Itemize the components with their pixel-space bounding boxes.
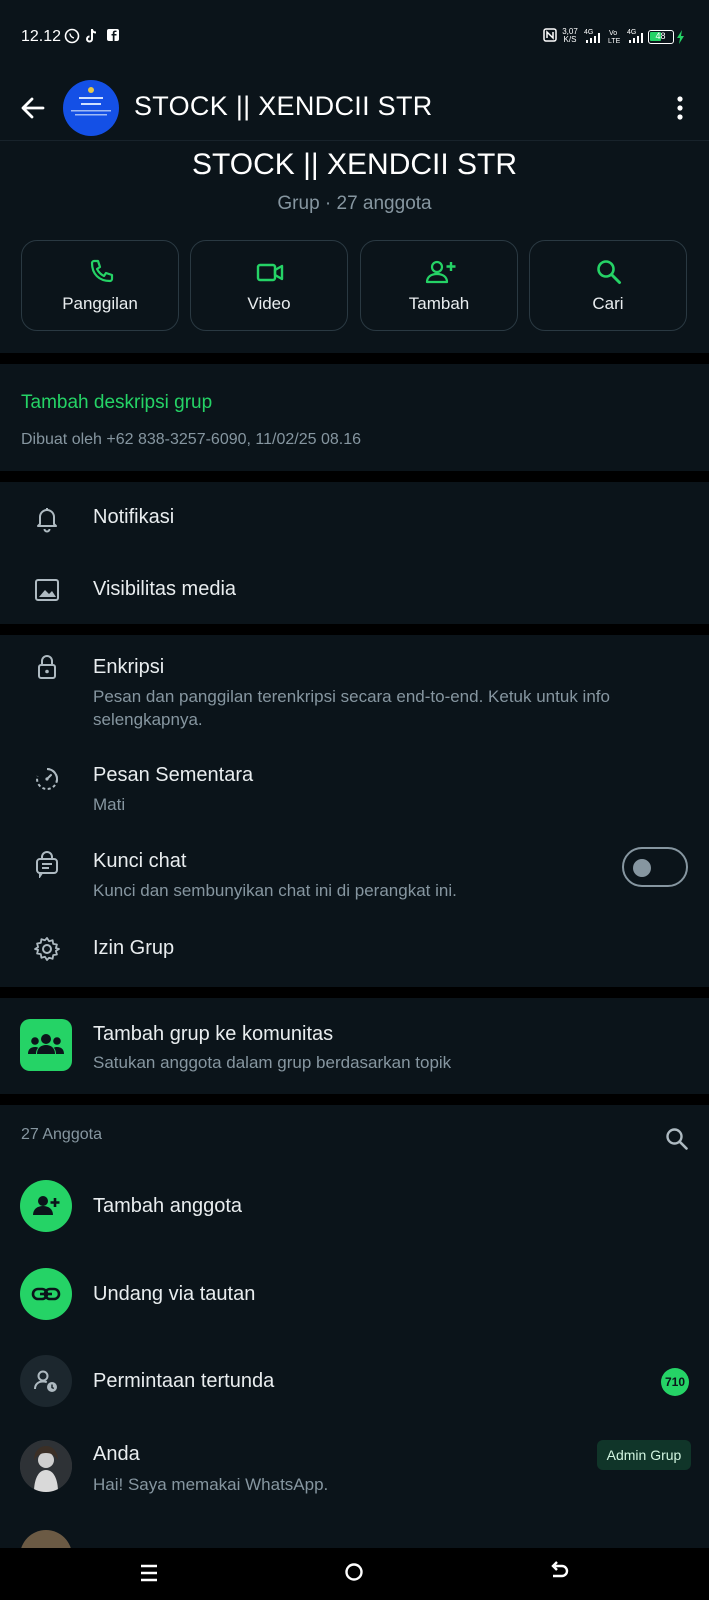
member-row[interactable] [0, 1506, 709, 1548]
section-divider [0, 624, 709, 635]
member-avatar [20, 1440, 72, 1492]
disappearing-title: Pesan Sementara [93, 764, 254, 786]
created-by-text: Dibuat oleh +62 838-3257-6090, 11/02/25 … [21, 431, 361, 448]
svg-text:4G: 4G [627, 29, 636, 36]
search-label: Cari [592, 294, 624, 313]
group-subtitle: Grup · 27 anggota [277, 193, 432, 214]
section-divider [0, 987, 709, 998]
image-icon [33, 576, 61, 604]
home-icon[interactable] [343, 1561, 365, 1588]
chat-lock-subtitle: Kunci dan sembunyikan chat ini di perang… [93, 881, 457, 900]
phone-icon [90, 259, 114, 283]
charging-icon [676, 29, 686, 50]
chat-lock-title: Kunci chat [93, 850, 187, 872]
link-icon [20, 1268, 72, 1320]
group-avatar[interactable] [63, 80, 119, 136]
signal-4g-icon: 4G [584, 28, 604, 49]
add-description-link[interactable]: Tambah deskripsi grup [21, 392, 212, 414]
video-button[interactable]: Video [190, 240, 348, 331]
section-divider [0, 353, 709, 364]
group-permissions-label: Izin Grup [93, 937, 175, 959]
pending-count-badge: 710 [661, 1368, 689, 1396]
appbar-title[interactable]: STOCK || XENDCII STR [134, 91, 433, 122]
video-icon [256, 263, 284, 282]
video-label: Video [247, 294, 291, 313]
pending-requests-row[interactable]: Permintaan tertunda [0, 1344, 709, 1422]
status-time: 12.12 [21, 28, 62, 45]
status-bar: 12.12 3,07 K/S 4G Vo LTE 4G 48 [0, 0, 709, 75]
add-member-label: Tambah anggota [93, 1195, 243, 1217]
timer-icon [33, 765, 61, 793]
notifications-label: Notifikasi [93, 506, 175, 528]
battery-icon: 48 [648, 30, 674, 44]
net-speed: 3,07 K/S [562, 27, 578, 44]
section-divider [0, 471, 709, 482]
facebook-notification-icon [106, 28, 120, 45]
add-label: Tambah [408, 294, 470, 313]
invite-link-label: Undang via tautan [93, 1283, 256, 1305]
group-permissions-row[interactable]: Izin Grup [0, 915, 709, 985]
back-icon[interactable] [548, 1561, 570, 1588]
svg-text:Vo: Vo [609, 30, 617, 37]
search-icon [597, 260, 621, 284]
media-visibility-label: Visibilitas media [93, 578, 237, 600]
invite-link-row[interactable]: Undang via tautan [0, 1256, 709, 1334]
svg-text:LTE: LTE [608, 38, 621, 44]
recent-apps-icon[interactable] [138, 1562, 160, 1589]
lock-icon [33, 653, 61, 681]
more-vert-icon[interactable] [668, 95, 692, 121]
community-subtitle: Satukan anggota dalam grup berdasarkan t… [93, 1053, 452, 1072]
encryption-subtitle: Pesan dan panggilan terenkripsi secara e… [93, 687, 610, 729]
whatsapp-notification-icon [64, 28, 80, 47]
member-search-icon[interactable] [664, 1126, 690, 1157]
disappearing-messages-row[interactable]: Pesan Sementara Mati [0, 743, 709, 823]
chat-lock-icon [33, 850, 61, 880]
members-count: 27 Anggota [21, 1126, 102, 1143]
bell-icon [33, 505, 61, 533]
encryption-row[interactable]: Enkripsi Pesan dan panggilan terenkripsi… [0, 635, 709, 733]
signal-4g-icon-2: 4G [627, 28, 645, 49]
add-member-row[interactable]: Tambah anggota [0, 1168, 709, 1246]
search-button[interactable]: Cari [529, 240, 687, 331]
call-button[interactable]: Panggilan [21, 240, 179, 331]
app-bar: STOCK || XENDCII STR [0, 75, 709, 141]
system-nav-bar [0, 1548, 709, 1600]
encryption-title: Enkripsi [93, 656, 165, 678]
tiktok-notification-icon [85, 28, 99, 47]
community-title: Tambah grup ke komunitas [93, 1023, 334, 1045]
pending-requests-label: Permintaan tertunda [93, 1370, 275, 1392]
gear-icon [33, 935, 61, 963]
member-name: Anda [93, 1443, 140, 1465]
add-to-community-row[interactable]: Tambah grup ke komunitas Satukan anggota… [0, 998, 709, 1094]
battery-level: 48 [655, 31, 666, 41]
section-divider [0, 1094, 709, 1105]
community-icon [20, 1019, 72, 1071]
volte-icon: Vo LTE [608, 28, 624, 49]
media-visibility-row[interactable]: Visibilitas media [0, 554, 709, 624]
arrow-left-icon[interactable] [18, 93, 48, 123]
pending-person-icon [20, 1355, 72, 1407]
member-status: Hai! Saya memakai WhatsApp. [93, 1475, 329, 1494]
nfc-icon [543, 28, 557, 45]
notifications-row[interactable]: Notifikasi [0, 482, 709, 554]
admin-badge: Admin Grup [597, 1440, 691, 1470]
disappearing-subtitle: Mati [93, 795, 126, 814]
toggle-knob [633, 859, 651, 877]
add-person-icon [20, 1180, 72, 1232]
group-name: STOCK || XENDCII STR [191, 148, 518, 181]
add-person-icon [425, 260, 456, 284]
chat-lock-row[interactable]: Kunci chat Kunci dan sembunyikan chat in… [0, 830, 709, 910]
member-avatar [20, 1530, 72, 1548]
svg-text:4G: 4G [584, 29, 593, 36]
chat-lock-toggle[interactable] [622, 847, 688, 887]
add-button[interactable]: Tambah [360, 240, 518, 331]
call-label: Panggilan [62, 294, 138, 313]
